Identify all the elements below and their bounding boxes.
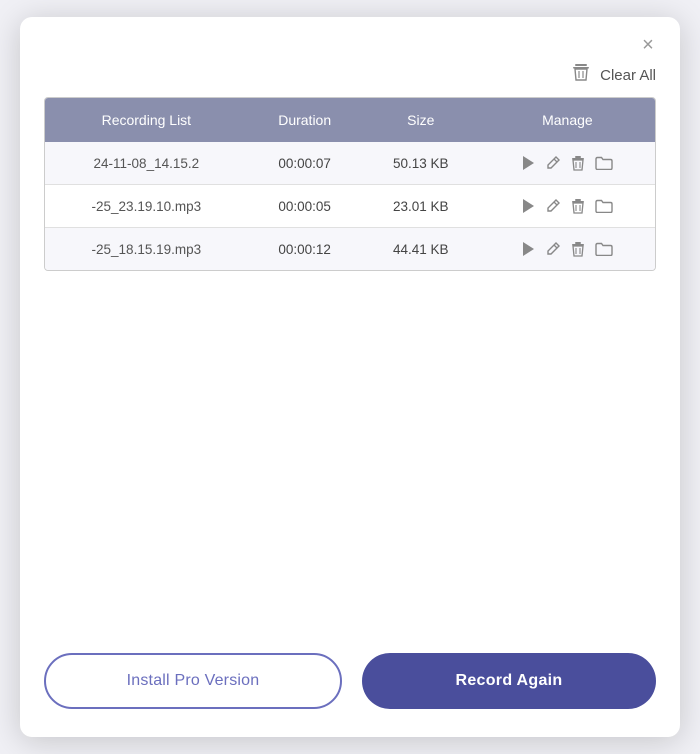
empty-area — [20, 271, 680, 633]
play-button[interactable] — [521, 155, 535, 171]
edit-button[interactable] — [545, 155, 561, 171]
folder-button[interactable] — [595, 156, 613, 170]
folder-button[interactable] — [595, 199, 613, 213]
dialog: × Clear All Recording List Duration Size… — [20, 17, 680, 737]
delete-button[interactable] — [571, 198, 585, 214]
col-header-manage: Manage — [480, 98, 655, 142]
cell-duration: 00:00:12 — [248, 228, 362, 271]
cell-size: 50.13 KB — [362, 142, 480, 185]
table-row: -25_18.15.19.mp300:00:1244.41 KB — [45, 228, 655, 271]
cell-recording-name: 24-11-08_14.15.2 — [45, 142, 248, 185]
table-header-row: Recording List Duration Size Manage — [45, 98, 655, 142]
cell-manage — [480, 228, 655, 271]
delete-button[interactable] — [571, 241, 585, 257]
play-button[interactable] — [521, 241, 535, 257]
clear-all-label[interactable]: Clear All — [600, 67, 656, 84]
cell-size: 44.41 KB — [362, 228, 480, 271]
table-row: -25_23.19.10.mp300:00:0523.01 KB — [45, 185, 655, 228]
cell-recording-name: -25_18.15.19.mp3 — [45, 228, 248, 271]
cell-manage — [480, 185, 655, 228]
edit-button[interactable] — [545, 198, 561, 214]
col-header-recording-list: Recording List — [45, 98, 248, 142]
cell-duration: 00:00:07 — [248, 142, 362, 185]
footer: Install Pro Version Record Again — [20, 633, 680, 737]
toolbar: Clear All — [20, 17, 680, 97]
col-header-size: Size — [362, 98, 480, 142]
cell-manage — [480, 142, 655, 185]
table-row: 24-11-08_14.15.200:00:0750.13 KB — [45, 142, 655, 185]
folder-button[interactable] — [595, 242, 613, 256]
cell-recording-name: -25_23.19.10.mp3 — [45, 185, 248, 228]
install-pro-button[interactable]: Install Pro Version — [44, 653, 342, 709]
play-button[interactable] — [521, 198, 535, 214]
cell-duration: 00:00:05 — [248, 185, 362, 228]
col-header-duration: Duration — [248, 98, 362, 142]
record-again-button[interactable]: Record Again — [362, 653, 656, 709]
clear-all-icon — [570, 61, 592, 89]
recording-table: Recording List Duration Size Manage 24-1… — [44, 97, 656, 271]
cell-size: 23.01 KB — [362, 185, 480, 228]
edit-button[interactable] — [545, 241, 561, 257]
delete-button[interactable] — [571, 155, 585, 171]
close-button[interactable]: × — [634, 31, 662, 59]
